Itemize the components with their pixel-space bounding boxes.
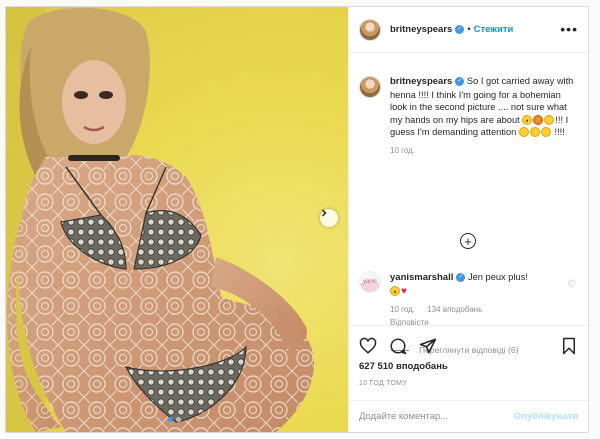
sweat-emoji-icon [518, 127, 529, 137]
photo-illustration [6, 7, 348, 432]
plus-circle-icon[interactable]: + [460, 233, 476, 249]
post-photo[interactable] [6, 7, 348, 432]
commenter-username[interactable]: yanismarshall [390, 272, 453, 283]
comment-like-heart-icon[interactable]: ♡ [567, 279, 576, 290]
post-modal: britneyspears ✓ • Стежити ••• britneyspe… [5, 6, 589, 433]
separator: • [467, 24, 471, 35]
laughing-emoji-icon [390, 285, 400, 296]
author-avatar[interactable] [359, 18, 381, 41]
commenter-avatar[interactable]: yanis [359, 271, 381, 293]
comment-body: Jen peux plus! [467, 272, 528, 282]
post-header: britneyspears ✓ • Стежити ••• [349, 7, 588, 53]
comment-time: 10 год. [390, 305, 416, 314]
follow-button[interactable]: Стежити [474, 24, 514, 35]
publish-button[interactable]: Опублікувати [514, 411, 578, 422]
caption-body-3: !!!! [551, 127, 565, 137]
action-bar [349, 325, 588, 359]
comment-text: yanismarshall ✓ Jen peux plus! ♥ 10 год. … [390, 271, 578, 329]
more-icon[interactable]: ••• [560, 21, 578, 37]
next-photo-button[interactable] [320, 209, 338, 227]
carousel-dot [176, 417, 181, 422]
post-time: 10 ГОД ТОМУ [359, 380, 408, 387]
chevron-right-icon [321, 209, 327, 217]
likes-count[interactable]: 627 510 вподобань [359, 361, 448, 372]
share-icon[interactable] [419, 337, 437, 355]
caption-meta: 10 год. [390, 145, 578, 158]
carousel-indicator [168, 417, 181, 422]
bookmark-icon[interactable] [560, 337, 578, 355]
comment-icon[interactable] [389, 337, 407, 355]
sweat-emoji-icon [529, 127, 540, 137]
comments-section: britneyspears ✓ So I got carried away wit… [349, 53, 588, 355]
caption-text: britneyspears ✓ So I got carried away wit… [390, 75, 578, 157]
caption-time: 10 год. [390, 145, 416, 155]
carousel-dot-active [168, 417, 173, 422]
red-heart-emoji-icon: ♥ [401, 285, 407, 297]
author-username[interactable]: britneyspears [390, 24, 452, 35]
verified-icon: ✓ [455, 77, 465, 87]
comment-likes[interactable]: 134 вподобань [427, 305, 482, 314]
laughing-emoji-icon [522, 114, 533, 125]
add-comment-bar: Опублікувати [349, 400, 588, 432]
caption-avatar[interactable] [359, 76, 381, 98]
post-side-panel: britneyspears ✓ • Стежити ••• britneyspe… [348, 7, 588, 432]
avatar-logo-text: yanis [362, 279, 377, 285]
sweat-emoji-icon [544, 114, 555, 125]
verified-icon: ✓ [455, 25, 465, 34]
comment-item: yanis yanismarshall ✓ Jen peux plus! ♥ 10… [359, 271, 578, 329]
sweat-emoji-icon [540, 127, 551, 137]
caption: britneyspears ✓ So I got carried away wit… [359, 75, 578, 157]
verified-icon: ✓ [456, 273, 466, 283]
comment-input[interactable] [359, 411, 514, 422]
angry-emoji-icon [533, 114, 544, 125]
heart-icon[interactable] [359, 337, 377, 355]
caption-username[interactable]: britneyspears [390, 76, 452, 87]
